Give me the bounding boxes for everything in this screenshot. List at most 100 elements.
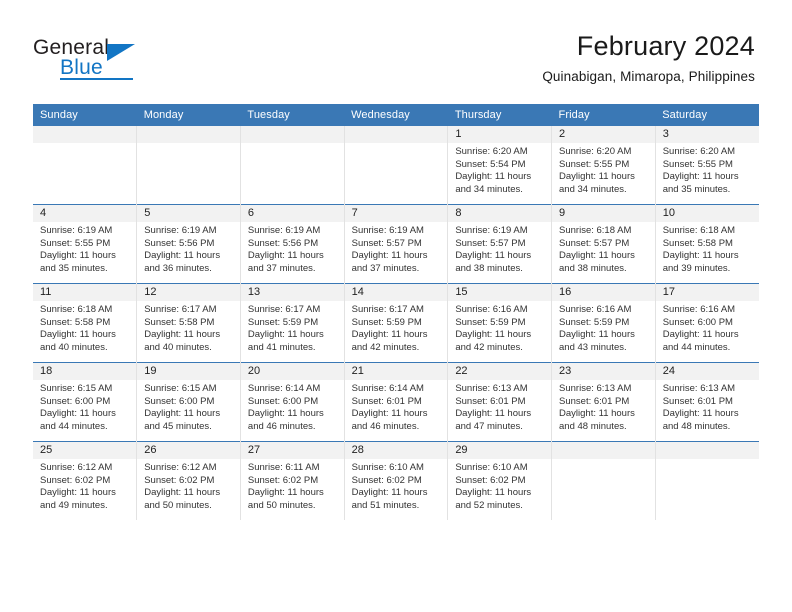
calendar-day-cell[interactable]: 17 Sunrise: 6:16 AM Sunset: 6:00 PM Dayligh… <box>655 283 759 363</box>
calendar-day-cell[interactable]: 28 Sunrise: 6:10 AM Sunset: 6:02 PM Dayligh… <box>344 441 449 520</box>
day-details: Sunrise: 6:17 AM Sunset: 5:59 PM Daylight:… <box>241 301 344 354</box>
sunset-text: Sunset: 6:02 PM <box>247 474 319 486</box>
day-cell-inner: 10 Sunrise: 6:18 AM Sunset: 5:58 PM Dayligh… <box>655 205 759 283</box>
daylight-text-line2: and 44 minutes. <box>662 341 731 353</box>
day-cell-inner: 8 Sunrise: 6:19 AM Sunset: 5:57 PM Daylight… <box>448 205 552 283</box>
day-details: Sunrise: 6:20 AM Sunset: 5:55 PM Daylight:… <box>656 143 759 196</box>
general-blue-logo[interactable]: General Blue <box>33 36 253 92</box>
calendar-day-cell[interactable]: 19 Sunrise: 6:15 AM Sunset: 6:00 PM Dayligh… <box>136 362 241 442</box>
calendar-day-cell[interactable]: 25 Sunrise: 6:12 AM Sunset: 6:02 PM Dayligh… <box>33 441 138 520</box>
calendar-day-cell[interactable]: 4 Sunrise: 6:19 AM Sunset: 5:55 PM Daylight… <box>33 204 138 284</box>
daylight-text-line2: and 34 minutes. <box>455 183 523 195</box>
sunrise-text: Sunrise: 6:20 AM <box>455 146 528 157</box>
calendar-day-cell[interactable]: 23 Sunrise: 6:13 AM Sunset: 6:01 PM Dayligh… <box>551 362 656 442</box>
calendar-day-cell[interactable]: 12 Sunrise: 6:17 AM Sunset: 5:58 PM Dayligh… <box>136 283 241 363</box>
day-number: 22 <box>448 363 552 380</box>
daylight-text-line1: Daylight: 11 hours <box>351 329 428 341</box>
day-details: Sunrise: 6:18 AM Sunset: 5:57 PM Daylight:… <box>552 222 655 275</box>
day-details: Sunrise: 6:18 AM Sunset: 5:58 PM Daylight:… <box>33 301 136 354</box>
sunset-text: Sunset: 6:02 PM <box>351 474 422 486</box>
calendar-day-cell[interactable]: 5 Sunrise: 6:19 AM Sunset: 5:56 PM Daylight… <box>136 204 241 284</box>
title-block: February 2024 Quinabigan, Mimaropa, Phil… <box>542 30 755 84</box>
calendar-day-cell[interactable]: 6 Sunrise: 6:19 AM Sunset: 5:56 PM Daylight… <box>240 204 345 284</box>
sunrise-text: Sunrise: 6:13 AM <box>559 383 632 394</box>
calendar-day-cell[interactable]: 2 Sunrise: 6:20 AM Sunset: 5:55 PM Daylight… <box>551 126 656 205</box>
day-number: 4 <box>33 205 137 222</box>
day-number: 6 <box>240 205 344 222</box>
calendar-day-cell[interactable]: 14 Sunrise: 6:17 AM Sunset: 5:59 PM Dayligh… <box>344 283 449 363</box>
sunset-text: Sunset: 6:00 PM <box>247 395 319 407</box>
calendar-day-cell[interactable]: 16 Sunrise: 6:16 AM Sunset: 5:59 PM Dayligh… <box>551 283 656 363</box>
calendar-day-cell[interactable]: 13 Sunrise: 6:17 AM Sunset: 5:59 PM Dayligh… <box>240 283 345 363</box>
sunset-text: Sunset: 6:01 PM <box>559 395 630 407</box>
calendar-day-cell[interactable]: 10 Sunrise: 6:18 AM Sunset: 5:58 PM Dayligh… <box>655 204 759 284</box>
calendar-day-cell[interactable]: 29 Sunrise: 6:10 AM Sunset: 6:02 PM Dayligh… <box>447 441 553 520</box>
sunset-text: Sunset: 5:59 PM <box>559 316 630 328</box>
day-cell-inner: 3 Sunrise: 6:20 AM Sunset: 5:55 PM Daylight… <box>655 126 759 204</box>
daylight-text-line2: and 39 minutes. <box>662 262 731 274</box>
sunset-text: Sunset: 5:59 PM <box>351 316 422 328</box>
sunrise-text: Sunrise: 6:16 AM <box>559 304 632 315</box>
day-number: 16 <box>552 284 655 301</box>
calendar-day-cell[interactable]: 11 Sunrise: 6:18 AM Sunset: 5:58 PM Dayligh… <box>33 283 138 363</box>
day-cell-inner: 18 Sunrise: 6:15 AM Sunset: 6:00 PM Dayligh… <box>33 363 137 441</box>
day-details: Sunrise: 6:16 AM Sunset: 5:59 PM Daylight:… <box>448 301 551 354</box>
daylight-text-line1: Daylight: 11 hours <box>144 250 221 262</box>
calendar-day-cell[interactable]: 27 Sunrise: 6:11 AM Sunset: 6:02 PM Dayligh… <box>240 441 345 520</box>
daylight-text-line1: Daylight: 11 hours <box>40 250 116 262</box>
day-details: Sunrise: 6:15 AM Sunset: 6:00 PM Daylight:… <box>33 380 136 433</box>
day-cell-inner: 7 Sunrise: 6:19 AM Sunset: 5:57 PM Daylight… <box>344 205 448 283</box>
calendar-empty-cell <box>655 441 759 520</box>
sunrise-text: Sunrise: 6:19 AM <box>144 225 217 236</box>
calendar-day-cell[interactable]: 22 Sunrise: 6:13 AM Sunset: 6:01 PM Dayligh… <box>447 362 553 442</box>
day-number: 7 <box>344 205 448 222</box>
day-cell-inner: 25 Sunrise: 6:12 AM Sunset: 6:02 PM Dayligh… <box>33 442 137 520</box>
day-details: Sunrise: 6:16 AM Sunset: 5:59 PM Daylight:… <box>552 301 655 354</box>
sunrise-text: Sunrise: 6:15 AM <box>40 383 113 394</box>
calendar-day-cell[interactable]: 26 Sunrise: 6:12 AM Sunset: 6:02 PM Dayligh… <box>136 441 241 520</box>
brand-underline-rule <box>60 78 133 80</box>
calendar-day-cell[interactable]: 21 Sunrise: 6:14 AM Sunset: 6:01 PM Dayligh… <box>344 362 449 442</box>
sunset-text: Sunset: 6:00 PM <box>662 316 733 328</box>
day-number: 13 <box>240 284 344 301</box>
calendar-day-cell[interactable]: 15 Sunrise: 6:16 AM Sunset: 5:59 PM Dayligh… <box>447 283 553 363</box>
calendar-day-cell[interactable]: 9 Sunrise: 6:18 AM Sunset: 5:57 PM Daylight… <box>551 204 656 284</box>
daylight-text-line1: Daylight: 11 hours <box>40 408 116 420</box>
daylight-text-line1: Daylight: 11 hours <box>247 487 324 499</box>
day-cell-inner: 21 Sunrise: 6:14 AM Sunset: 6:01 PM Dayligh… <box>344 363 448 441</box>
day-number: 1 <box>448 126 552 143</box>
calendar-day-cell[interactable]: 24 Sunrise: 6:13 AM Sunset: 6:01 PM Dayligh… <box>655 362 759 442</box>
daylight-text-line1: Daylight: 11 hours <box>559 250 635 262</box>
sunrise-text: Sunrise: 6:19 AM <box>455 225 528 236</box>
day-cell-inner: 14 Sunrise: 6:17 AM Sunset: 5:59 PM Dayligh… <box>344 284 448 362</box>
weekday-header-wednesday: Wednesday <box>344 104 448 126</box>
daylight-text-line1: Daylight: 11 hours <box>455 487 532 499</box>
calendar-day-cell[interactable]: 20 Sunrise: 6:14 AM Sunset: 6:00 PM Dayligh… <box>240 362 345 442</box>
daylight-text-line1: Daylight: 11 hours <box>455 171 532 183</box>
day-details: Sunrise: 6:10 AM Sunset: 6:02 PM Daylight:… <box>345 459 448 512</box>
page-header: General Blue February 2024 Quinabigan, M… <box>0 0 792 104</box>
sunrise-text: Sunrise: 6:16 AM <box>455 304 528 315</box>
daylight-text-line2: and 46 minutes. <box>351 420 420 432</box>
daylight-text-line2: and 51 minutes. <box>351 499 420 511</box>
calendar-body: 1 Sunrise: 6:20 AM Sunset: 5:54 PM Daylight… <box>33 126 759 520</box>
daylight-text-line2: and 37 minutes. <box>247 262 316 274</box>
day-details: Sunrise: 6:12 AM Sunset: 6:02 PM Daylight:… <box>137 459 240 512</box>
sunrise-text: Sunrise: 6:14 AM <box>247 383 321 394</box>
calendar-day-cell[interactable]: 8 Sunrise: 6:19 AM Sunset: 5:57 PM Daylight… <box>447 204 553 284</box>
calendar-day-cell[interactable]: 1 Sunrise: 6:20 AM Sunset: 5:54 PM Daylight… <box>447 126 553 205</box>
day-number <box>344 126 448 143</box>
day-number: 28 <box>344 442 448 459</box>
day-number: 12 <box>137 284 240 301</box>
calendar-day-cell[interactable]: 7 Sunrise: 6:19 AM Sunset: 5:57 PM Daylight… <box>344 204 449 284</box>
daylight-text-line2: and 52 minutes. <box>455 499 523 511</box>
calendar-day-cell[interactable]: 18 Sunrise: 6:15 AM Sunset: 6:00 PM Dayligh… <box>33 362 138 442</box>
calendar-day-cell[interactable]: 3 Sunrise: 6:20 AM Sunset: 5:55 PM Daylight… <box>655 126 759 205</box>
day-details: Sunrise: 6:20 AM Sunset: 5:54 PM Daylight:… <box>448 143 551 196</box>
day-cell-inner <box>33 126 137 204</box>
day-cell-inner: 11 Sunrise: 6:18 AM Sunset: 5:58 PM Dayligh… <box>33 284 137 362</box>
daylight-text-line1: Daylight: 11 hours <box>40 487 116 499</box>
calendar-empty-cell <box>240 126 345 205</box>
day-details: Sunrise: 6:13 AM Sunset: 6:01 PM Daylight:… <box>656 380 759 433</box>
calendar-week-row: 11 Sunrise: 6:18 AM Sunset: 5:58 PM Dayligh… <box>33 283 759 363</box>
